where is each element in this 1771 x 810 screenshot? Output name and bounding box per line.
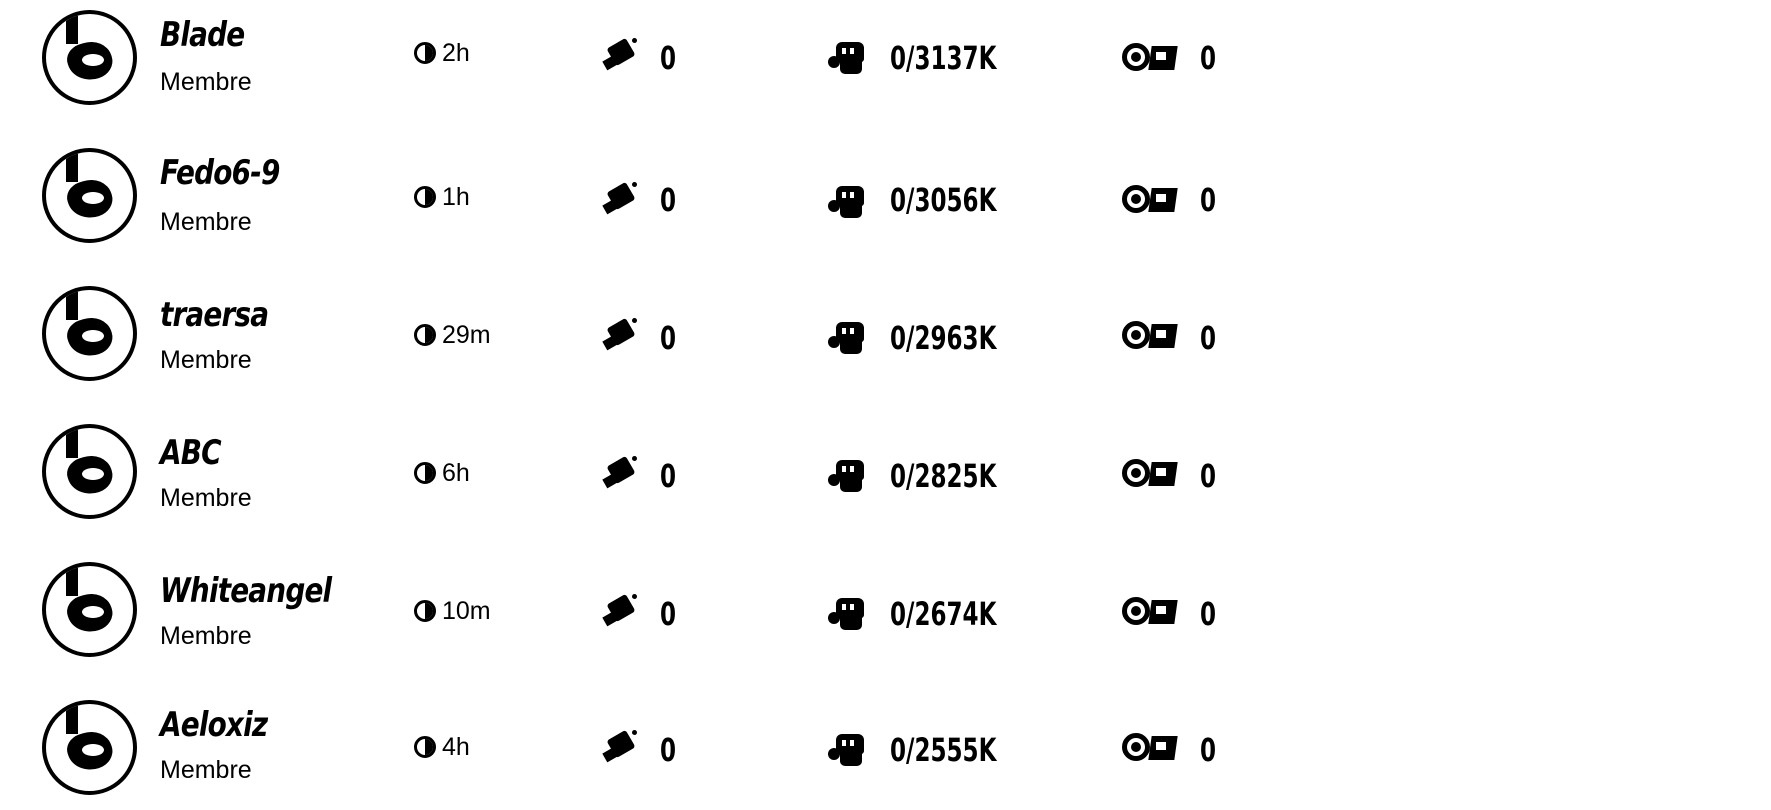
keys-count: 0 (660, 731, 677, 769)
avatar[interactable] (42, 700, 137, 795)
gear-icon (1120, 318, 1182, 352)
member-name: Whiteangel (160, 571, 332, 611)
last-seen-value: 29m (442, 321, 491, 349)
clock-icon (414, 462, 436, 484)
clock-icon (414, 600, 436, 622)
gear-count: 0 (1200, 457, 1217, 495)
member-name: Aeloxiz (160, 705, 268, 745)
clock-icon (414, 42, 436, 64)
keys-count: 0 (660, 181, 677, 219)
last-seen-value: 1h (442, 183, 470, 211)
avatar[interactable] (42, 562, 137, 657)
key-icon (602, 180, 638, 215)
clock-icon (414, 736, 436, 758)
key-icon (602, 36, 638, 71)
clock-icon (414, 324, 436, 346)
last-seen: 4h (414, 732, 470, 762)
fist-icon (828, 592, 868, 632)
gear-count: 0 (1200, 181, 1217, 219)
last-seen: 6h (414, 458, 470, 488)
gear-icon (1120, 182, 1182, 216)
avatar-image-highlight (82, 468, 104, 480)
last-seen-value: 2h (442, 39, 470, 67)
keys-count: 0 (660, 457, 677, 495)
key-icon (602, 592, 638, 627)
last-seen-value: 4h (442, 733, 470, 761)
avatar-image-highlight (82, 330, 104, 342)
avatar-image-highlight (82, 54, 104, 66)
power-value: 0/2963K (890, 319, 997, 357)
gear-count: 0 (1200, 319, 1217, 357)
avatar-mark-icon (66, 290, 78, 320)
avatar-image-highlight (82, 606, 104, 618)
member-row[interactable]: ABC Membre 6h 0 0/2825K 0 (0, 414, 1771, 534)
gear-count: 0 (1200, 595, 1217, 633)
gear-count: 0 (1200, 39, 1217, 77)
fist-icon (828, 728, 868, 768)
member-role: Membre (160, 346, 252, 374)
keys-count: 0 (660, 39, 677, 77)
avatar[interactable] (42, 286, 137, 381)
member-row[interactable]: Blade Membre 2h 0 0/3137K 0 (0, 0, 1771, 120)
key-icon (602, 728, 638, 763)
clock-icon (414, 186, 436, 208)
key-icon (602, 316, 638, 351)
member-role: Membre (160, 622, 252, 650)
power-value: 0/2825K (890, 457, 997, 495)
key-icon (602, 454, 638, 489)
avatar-mark-icon (66, 428, 78, 458)
last-seen: 2h (414, 38, 470, 68)
member-row[interactable]: Fedo6-9 Membre 1h 0 0/3056K 0 (0, 138, 1771, 258)
avatar-mark-icon (66, 704, 78, 734)
member-name: Blade (160, 15, 245, 55)
gear-count: 0 (1200, 731, 1217, 769)
member-name: ABC (160, 433, 222, 473)
avatar-image-highlight (82, 744, 104, 756)
gear-icon (1120, 730, 1182, 764)
member-role: Membre (160, 208, 252, 236)
gear-icon (1120, 40, 1182, 74)
avatar-mark-icon (66, 152, 78, 182)
avatar[interactable] (42, 148, 137, 243)
avatar-mark-icon (66, 566, 78, 596)
fist-icon (828, 454, 868, 494)
member-name: Fedo6-9 (160, 153, 280, 193)
member-role: Membre (160, 68, 252, 96)
last-seen: 29m (414, 320, 491, 350)
power-value: 0/3137K (890, 39, 997, 77)
member-row[interactable]: traersa Membre 29m 0 0/2963K 0 (0, 276, 1771, 396)
keys-count: 0 (660, 319, 677, 357)
power-value: 0/3056K (890, 181, 997, 219)
gear-icon (1120, 594, 1182, 628)
gear-icon (1120, 456, 1182, 490)
member-row[interactable]: Whiteangel Membre 10m 0 0/2674K 0 (0, 552, 1771, 672)
fist-icon (828, 36, 868, 76)
last-seen-value: 6h (442, 459, 470, 487)
avatar[interactable] (42, 424, 137, 519)
member-role: Membre (160, 484, 252, 512)
avatar-mark-icon (66, 14, 78, 44)
member-name: traersa (160, 295, 269, 335)
member-role: Membre (160, 756, 252, 784)
keys-count: 0 (660, 595, 677, 633)
last-seen-value: 10m (442, 597, 491, 625)
member-row[interactable]: Aeloxiz Membre 4h 0 0/2555K 0 (0, 690, 1771, 810)
fist-icon (828, 316, 868, 356)
power-value: 0/2555K (890, 731, 997, 769)
avatar[interactable] (42, 10, 137, 105)
last-seen: 10m (414, 596, 491, 626)
power-value: 0/2674K (890, 595, 997, 633)
last-seen: 1h (414, 182, 470, 212)
avatar-image-highlight (82, 192, 104, 204)
fist-icon (828, 180, 868, 220)
